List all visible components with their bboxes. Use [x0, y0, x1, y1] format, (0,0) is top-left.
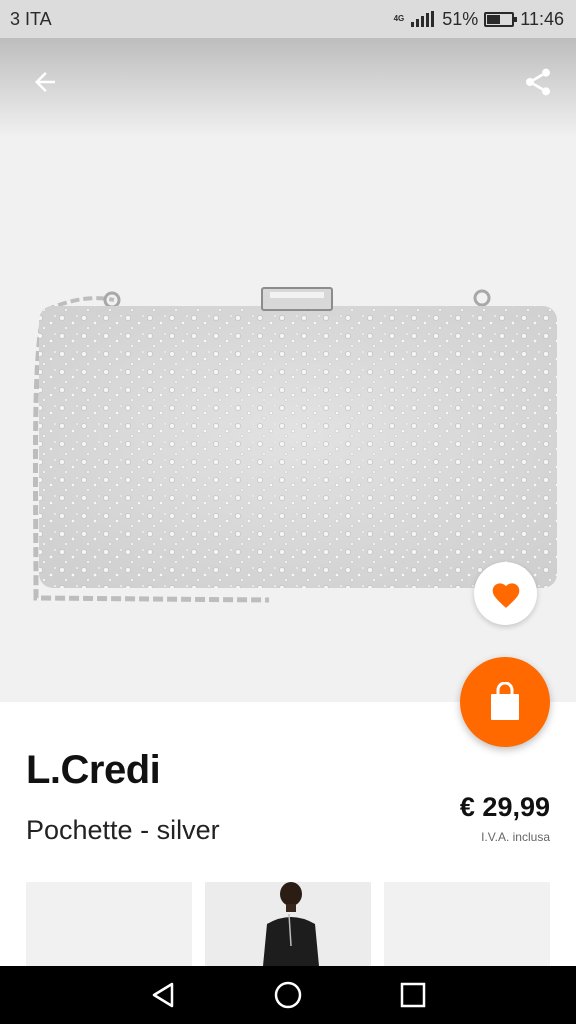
back-button[interactable]	[27, 64, 63, 100]
network-type-icon: 4G	[394, 15, 405, 23]
nav-back-button[interactable]	[143, 975, 183, 1015]
nav-home-button[interactable]	[268, 975, 308, 1015]
brand-name: L.Credi	[26, 748, 161, 792]
network-type-label: 4G	[393, 14, 405, 23]
triangle-back-icon	[152, 982, 173, 1008]
product-price: € 29,99	[459, 792, 550, 822]
top-gradient	[0, 38, 576, 138]
vat-note: I.V.A. inclusa	[481, 830, 550, 844]
related-item-thumbnail[interactable]	[205, 882, 371, 966]
clock: 11:46	[520, 8, 564, 29]
shopping-bag-icon	[491, 682, 519, 720]
model-photo	[263, 882, 319, 966]
favorite-button[interactable]	[474, 562, 537, 625]
battery-percent: 51%	[442, 8, 479, 29]
related-item-thumbnail[interactable]	[384, 882, 550, 966]
square-recent-icon	[401, 982, 426, 1008]
heart-icon	[492, 582, 519, 608]
signal-icon	[411, 11, 435, 27]
related-items-row	[26, 882, 550, 966]
battery-icon	[484, 11, 518, 27]
add-to-cart-button[interactable]	[460, 657, 550, 747]
carrier-label: 3 ITA	[10, 8, 52, 29]
nav-recent-button[interactable]	[393, 975, 433, 1015]
status-indicators: 4G 51% 11:46	[394, 9, 564, 30]
status-bar: 3 ITA 4G 51% 11:46	[0, 0, 576, 38]
share-icon	[526, 68, 550, 96]
product-image-area[interactable]	[0, 38, 576, 702]
arrow-left-icon	[35, 72, 55, 92]
related-item-thumbnail[interactable]	[26, 882, 192, 966]
circle-home-icon	[274, 981, 302, 1009]
system-nav-bar	[0, 966, 576, 1024]
share-button[interactable]	[520, 64, 556, 100]
product-name: Pochette - silver	[26, 815, 220, 845]
